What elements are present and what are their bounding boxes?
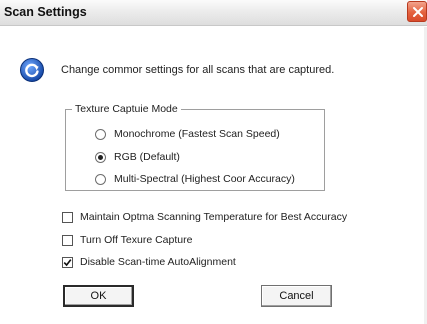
- radio-multi-spectral[interactable]: Multi-Spectral (Highest Coor Accuracy): [95, 172, 295, 186]
- ok-button[interactable]: OK: [63, 285, 134, 307]
- radio-button[interactable]: [95, 151, 106, 163]
- close-icon: [413, 7, 423, 17]
- radio-button[interactable]: [95, 128, 106, 140]
- checkbox[interactable]: [62, 256, 73, 268]
- checkbox-maintain-temperature[interactable]: Maintain Optma Scanning Temperature for …: [62, 210, 347, 224]
- radio-label: Multi-Spectral (Highest Coor Accuracy): [114, 173, 295, 185]
- refresh-icon: [20, 58, 44, 82]
- group-legend: Texture Captuie Mode: [72, 103, 181, 115]
- window-title: Scan Settings: [4, 5, 87, 19]
- checkbox[interactable]: [62, 211, 73, 223]
- checkmark-icon: [63, 258, 72, 266]
- radio-rgb[interactable]: RGB (Default): [95, 150, 180, 164]
- checkbox[interactable]: [62, 234, 73, 246]
- checkbox-disable-autoalignment[interactable]: Disable Scan-time AutoAlignment: [62, 255, 236, 269]
- cancel-button[interactable]: Cancel: [261, 285, 332, 307]
- checkbox-label: Disable Scan-time AutoAlignment: [80, 256, 236, 268]
- title-bar[interactable]: Scan Settings: [0, 0, 427, 26]
- checkbox-label: Turn Off Texure Capture: [80, 234, 193, 246]
- radio-label: RGB (Default): [114, 151, 180, 163]
- checkbox-turn-off-texture[interactable]: Turn Off Texure Capture: [62, 233, 192, 247]
- radio-button[interactable]: [95, 173, 106, 185]
- close-button[interactable]: [407, 1, 427, 22]
- radio-monochrome[interactable]: Monochrome (Fastest Scan Speed): [95, 127, 280, 141]
- radio-label: Monochrome (Fastest Scan Speed): [114, 128, 280, 140]
- info-message: Change commor settings for all scans tha…: [61, 64, 335, 76]
- checkbox-label: Maintain Optma Scanning Temperature for …: [80, 211, 348, 223]
